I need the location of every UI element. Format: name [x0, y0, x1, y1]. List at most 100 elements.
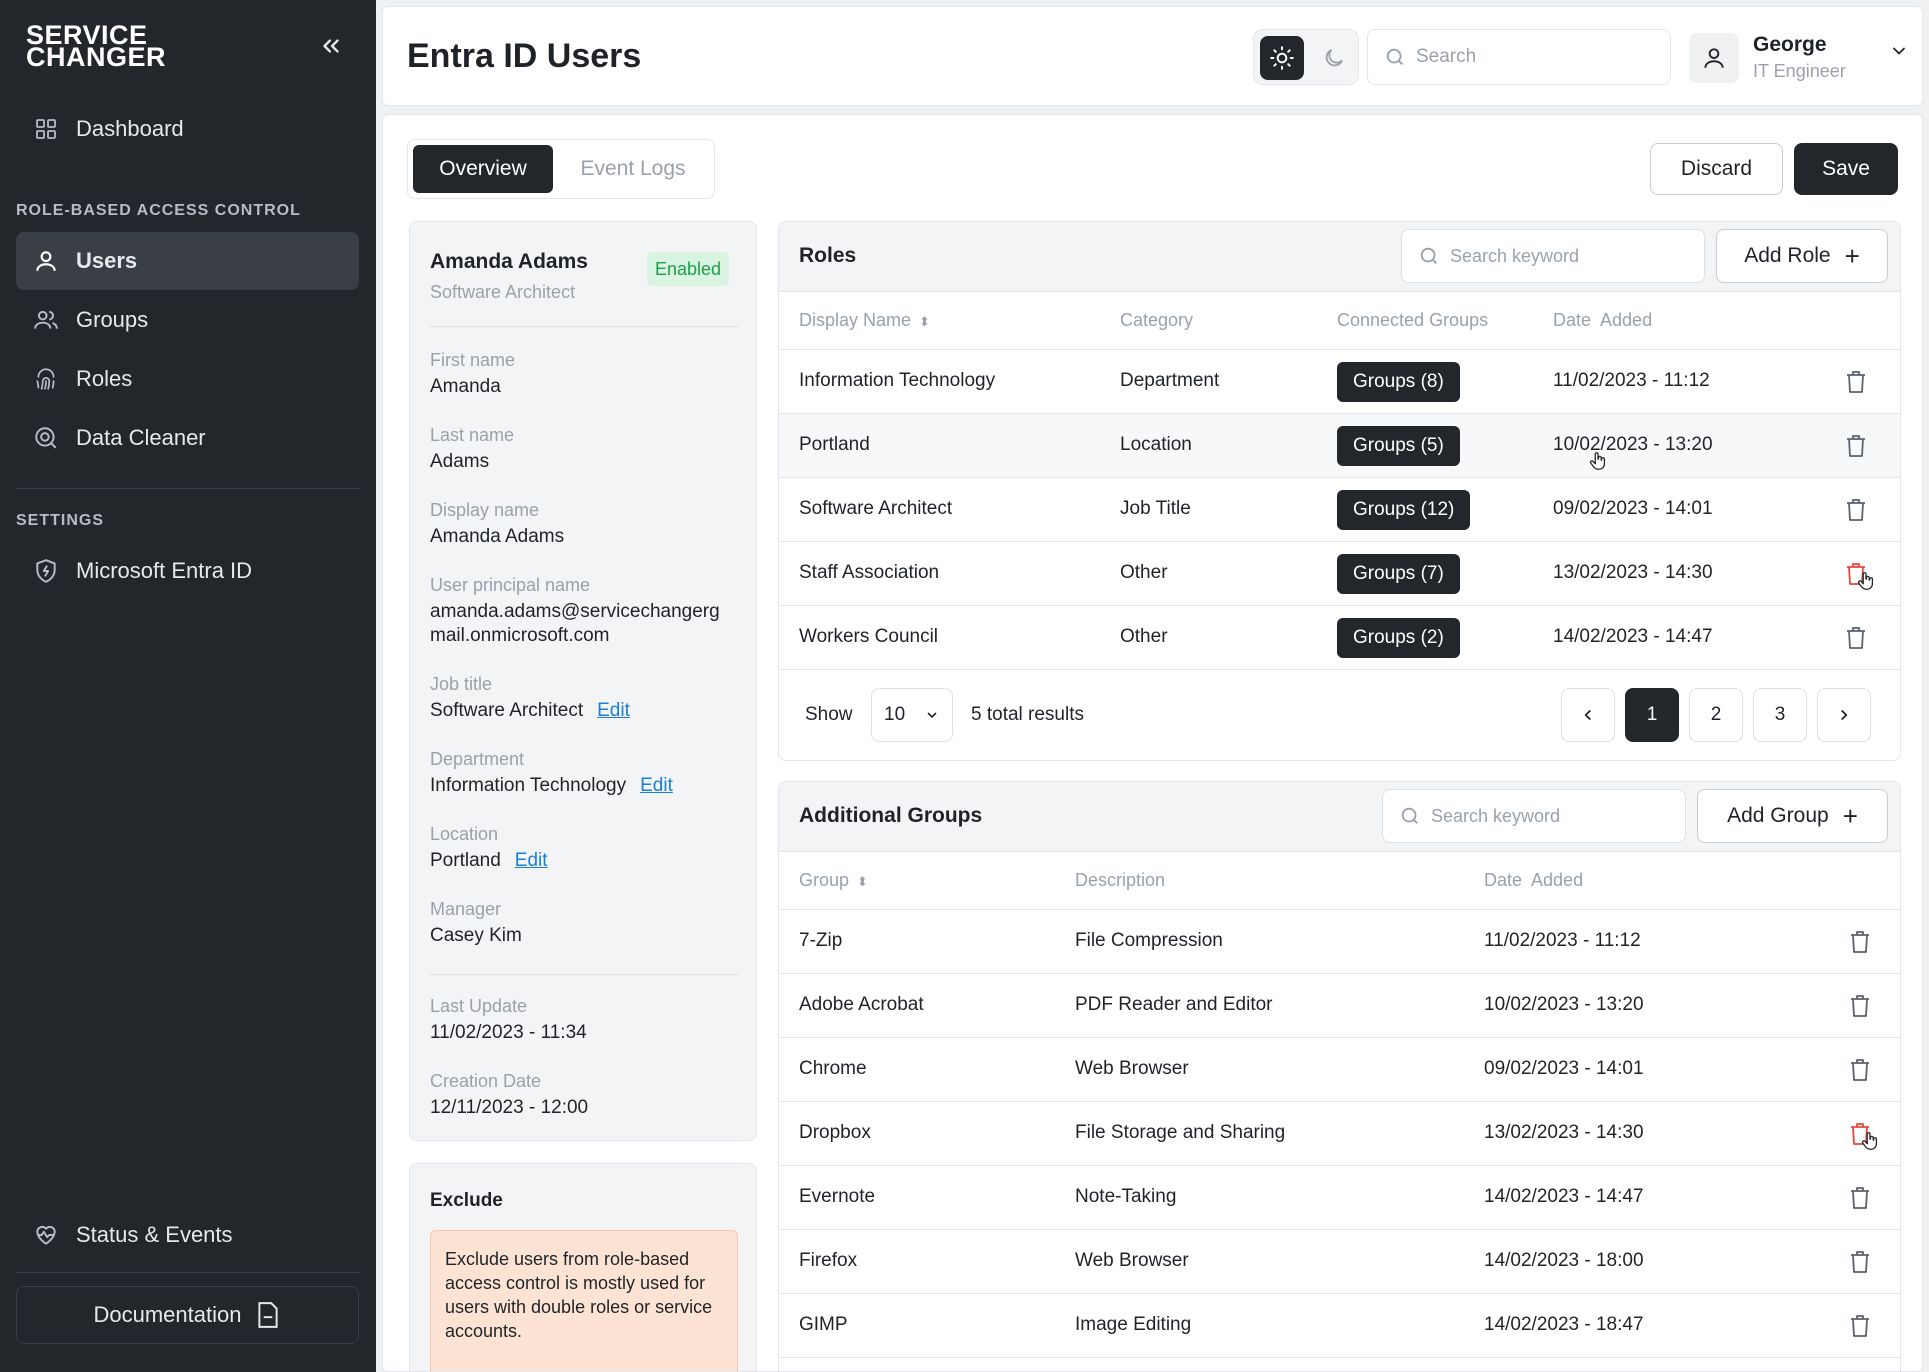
- page-2-button[interactable]: 2: [1689, 688, 1743, 742]
- sidebar-item-groups[interactable]: Groups: [16, 291, 359, 349]
- delete-role-button[interactable]: [1845, 498, 1867, 528]
- page-1-button[interactable]: 1: [1625, 688, 1679, 742]
- table-row: Staff Association Other Groups (7) 13/02/20…: [779, 542, 1900, 606]
- last-name-value: Adams: [430, 451, 490, 472]
- users-icon: [32, 306, 60, 334]
- delete-role-button[interactable]: [1845, 626, 1867, 656]
- date-added: 10/02/2023 - 13:20: [1553, 434, 1713, 455]
- groups-search-input[interactable]: Search keyword: [1382, 789, 1686, 843]
- column-group[interactable]: Group ⬍: [799, 870, 868, 891]
- role-name: Software Architect: [799, 498, 953, 519]
- chevrons-left-icon: [323, 39, 339, 53]
- column-display-name[interactable]: Display Name ⬍: [799, 310, 930, 331]
- edit-location-link[interactable]: Edit: [515, 850, 548, 871]
- user-profile-card: Amanda Adams Software Architect Enabled …: [409, 221, 757, 1141]
- moon-icon: [1325, 49, 1343, 67]
- connected-groups-chip[interactable]: Groups (12): [1337, 490, 1471, 530]
- delete-role-button[interactable]: [1845, 370, 1867, 400]
- sidebar-item-dashboard[interactable]: Dashboard: [16, 100, 359, 158]
- global-search-input[interactable]: Search: [1367, 29, 1671, 85]
- tab-event-logs[interactable]: Event Logs: [558, 145, 708, 193]
- profile-name: Amanda Adams: [430, 250, 588, 273]
- theme-toggle: [1253, 29, 1359, 85]
- role-category: Department: [1120, 370, 1220, 391]
- save-button[interactable]: Save: [1794, 143, 1898, 195]
- table-row: Adobe Acrobat PDF Reader and Editor 10/02/…: [779, 974, 1900, 1038]
- tab-overview[interactable]: Overview: [413, 145, 553, 193]
- role-name: Staff Association: [799, 562, 940, 583]
- edit-job-title-link[interactable]: Edit: [597, 700, 630, 721]
- documentation-button[interactable]: Documentation: [16, 1286, 359, 1344]
- delete-group-button[interactable]: [1849, 1314, 1871, 1344]
- discard-button[interactable]: Discard: [1650, 143, 1783, 195]
- groups-table-header: Group ⬍ Description Date Added: [779, 852, 1900, 910]
- top-bar: Entra ID Users Search George IT Engineer: [382, 6, 1923, 106]
- user-menu[interactable]: George IT Engineer: [1689, 29, 1909, 89]
- exclude-title: Exclude: [430, 1190, 503, 1211]
- connected-groups-chip[interactable]: Groups (2): [1337, 618, 1460, 658]
- delete-group-button[interactable]: [1849, 1186, 1871, 1216]
- brand-logo[interactable]: SERVICE CHANGER: [26, 22, 166, 71]
- hand-cursor-icon: [1855, 570, 1877, 592]
- delete-group-button[interactable]: [1849, 994, 1871, 1024]
- connected-groups-chip[interactable]: Groups (8): [1337, 362, 1460, 402]
- search-placeholder: Search: [1416, 46, 1477, 67]
- role-name: Information Technology: [799, 370, 996, 391]
- sidebar-item-users[interactable]: Users: [16, 232, 359, 290]
- trash-icon: [1845, 626, 1867, 656]
- roles-search-input[interactable]: Search keyword: [1401, 229, 1705, 283]
- table-row: Firefox Web Browser 14/02/2023 - 18:00: [779, 1230, 1900, 1294]
- search-placeholder: Search keyword: [1450, 245, 1580, 266]
- delete-group-button[interactable]: [1849, 930, 1871, 960]
- role-category: Other: [1120, 626, 1168, 647]
- trash-icon: [1849, 1186, 1871, 1216]
- add-role-button[interactable]: Add Role +: [1716, 229, 1888, 283]
- exclude-card: Exclude Exclude users from role-based ac…: [409, 1163, 757, 1371]
- fingerprint-icon: [32, 365, 60, 393]
- grid-icon: [32, 115, 60, 143]
- sidebar-item-microsoft-entra-id[interactable]: Microsoft Entra ID: [16, 542, 359, 600]
- connected-groups-chip[interactable]: Groups (5): [1337, 426, 1460, 466]
- next-page-button[interactable]: [1817, 688, 1871, 742]
- page-3-button[interactable]: 3: [1753, 688, 1807, 742]
- page-size-value: 10: [884, 704, 906, 725]
- section-label-rbac: ROLE-BASED ACCESS CONTROL: [16, 202, 301, 219]
- first-name-label: First name: [430, 350, 516, 370]
- delete-group-button[interactable]: [1849, 1250, 1871, 1280]
- date-added: 14/02/2023 - 14:47: [1484, 1186, 1644, 1207]
- column-date-added: Date Added: [1553, 310, 1653, 330]
- light-mode-button[interactable]: [1260, 36, 1304, 80]
- display-name-value: Amanda Adams: [430, 526, 565, 547]
- dark-mode-button[interactable]: [1312, 36, 1356, 80]
- connected-groups-chip[interactable]: Groups (7): [1337, 554, 1460, 594]
- table-row: Portland Location Groups (5) 10/02/2023 - 1…: [779, 414, 1900, 478]
- page-size-select[interactable]: 10: [871, 688, 953, 742]
- total-results: 5 total results: [971, 704, 1084, 725]
- table-row: Information Technology Department Groups (…: [779, 350, 1900, 414]
- group-name: Evernote: [799, 1186, 876, 1207]
- chevron-left-icon: [1584, 709, 1591, 721]
- column-category: Category: [1120, 310, 1194, 330]
- exclude-note: Exclude users from role-based access con…: [430, 1230, 738, 1371]
- collapse-sidebar-button[interactable]: [318, 33, 344, 65]
- add-group-button[interactable]: Add Group +: [1697, 789, 1888, 843]
- hand-cursor-icon: [1859, 1130, 1881, 1152]
- prev-page-button[interactable]: [1561, 688, 1615, 742]
- delete-role-button[interactable]: [1845, 434, 1867, 464]
- roles-table-header: Display Name ⬍ Category Connected Groups …: [779, 292, 1900, 350]
- edit-department-link[interactable]: Edit: [640, 775, 673, 796]
- column-label: Display Name: [799, 310, 912, 330]
- group-description: File Storage and Sharing: [1075, 1122, 1286, 1143]
- plus-icon: +: [1844, 241, 1860, 271]
- sidebar-item-status-events[interactable]: Status & Events: [16, 1206, 359, 1264]
- last-update-value: 11/02/2023 - 11:34: [430, 1022, 587, 1043]
- heart-pulse-icon: [32, 1221, 60, 1249]
- delete-group-button[interactable]: [1849, 1058, 1871, 1088]
- group-name: Dropbox: [799, 1122, 871, 1143]
- chevron-down-icon: [1889, 41, 1909, 67]
- avatar: [1689, 33, 1739, 83]
- search-icon: [1418, 245, 1440, 267]
- sidebar-item-data-cleaner[interactable]: Data Cleaner: [16, 409, 359, 467]
- sidebar-item-roles[interactable]: Roles: [16, 350, 359, 408]
- date-added: 10/02/2023 - 13:20: [1484, 994, 1644, 1015]
